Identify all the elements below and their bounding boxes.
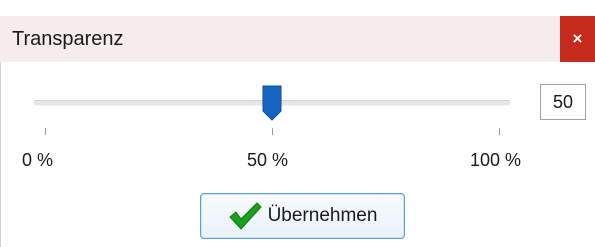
title-bar: Transparenz × bbox=[0, 16, 595, 62]
tick-50 bbox=[272, 128, 273, 135]
tick-100 bbox=[499, 128, 500, 135]
transparency-value-field[interactable]: 50 bbox=[540, 84, 586, 120]
apply-button-label: Übernehmen bbox=[267, 205, 378, 226]
checkmark-icon bbox=[229, 202, 262, 230]
tick-label-0: 0 % bbox=[22, 150, 54, 170]
tick-label-50: 50 % bbox=[247, 150, 289, 170]
tick-label-100: 100 % bbox=[470, 150, 522, 170]
apply-button[interactable]: Übernehmen bbox=[200, 193, 405, 239]
transparency-dialog: Transparenz × 0 % 50 % 100 % 50 Übernehm… bbox=[0, 0, 595, 247]
close-button[interactable]: × bbox=[560, 16, 595, 62]
window-border bbox=[0, 62, 1, 247]
transparency-slider[interactable] bbox=[34, 84, 510, 124]
slider-thumb[interactable] bbox=[262, 85, 282, 121]
window-title: Transparenz bbox=[12, 28, 124, 50]
close-icon: × bbox=[572, 29, 583, 48]
tick-0 bbox=[45, 128, 46, 135]
